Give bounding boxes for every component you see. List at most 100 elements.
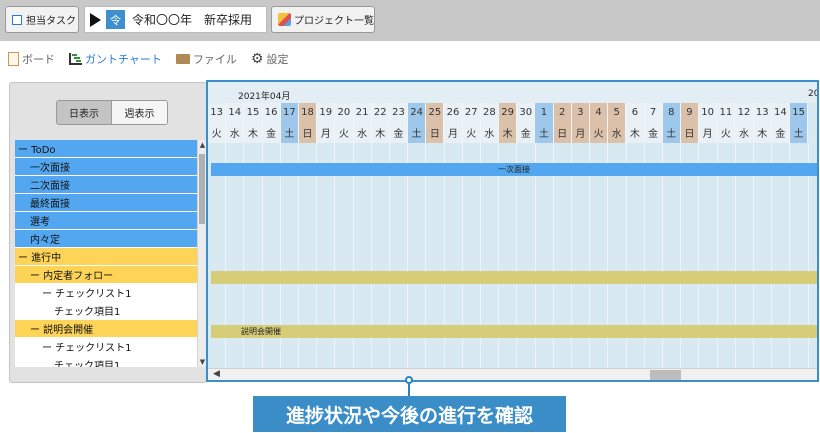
project-list-icon <box>278 13 291 26</box>
task-label: 内々定 <box>30 235 60 246</box>
weekday-cell: 月 <box>699 122 718 143</box>
date-cell: 4 <box>589 103 609 122</box>
day-view-button[interactable]: 日表示 <box>57 101 112 124</box>
weekday-cell: 木 <box>499 122 518 143</box>
date-cell: 7 <box>644 103 663 122</box>
task-row[interactable]: 一次面接 <box>15 158 197 176</box>
weekday-cell: 土 <box>662 122 681 143</box>
date-cell: 15 <box>244 103 263 122</box>
date-cell: 13 <box>208 103 227 122</box>
project-selector[interactable]: 令 令和〇〇年 新卒採用 <box>84 6 267 33</box>
weekday-cell: 木 <box>371 122 390 143</box>
weekday-cell: 金 <box>389 122 409 143</box>
date-cell: 23 <box>389 103 409 122</box>
feature-caption: 進捗状況や今後の進行を確認 <box>253 396 566 432</box>
gantt-bar[interactable]: 一次面接 <box>211 163 817 176</box>
my-tasks-button[interactable]: 担当タスク <box>5 6 79 33</box>
date-cell: 14 <box>771 103 790 122</box>
task-row[interactable]: 最終面接 <box>15 194 197 212</box>
date-cell: 19 <box>317 103 336 122</box>
menu-gantt-label: ガントチャート <box>85 52 162 66</box>
task-row[interactable]: ー 進行中 <box>15 248 197 266</box>
weekday-cell: 水 <box>480 122 499 143</box>
task-label: ー チェックリスト1 <box>42 343 132 354</box>
menu-board[interactable]: ボード <box>8 51 55 67</box>
task-row[interactable]: ー チェックリスト1 <box>15 284 197 302</box>
weekday-cell: 木 <box>626 122 645 143</box>
task-row[interactable]: ー 説明会開催 <box>15 320 197 338</box>
weekday-cell: 土 <box>280 122 299 143</box>
date-cell: 13 <box>753 103 772 122</box>
menu-file[interactable]: ファイル <box>175 51 237 67</box>
weekday-row: 火水木金土日月火水木金土日月火水木金土日月火水木金土日月火水木金土 <box>208 122 809 143</box>
callout-dot <box>405 376 413 384</box>
task-row[interactable]: チェック項目1 <box>15 356 197 367</box>
task-row[interactable]: 内々定 <box>15 230 197 248</box>
menu-settings-label: 設定 <box>266 52 289 66</box>
date-cell: 17 <box>280 103 299 122</box>
project-list-button[interactable]: プロジェクト一覧 <box>271 6 375 33</box>
task-row[interactable]: 選考 <box>15 212 197 230</box>
weekday-cell: 月 <box>571 122 590 143</box>
play-arrow-icon <box>90 12 101 27</box>
task-row[interactable]: ー チェックリスト1 <box>15 338 197 356</box>
week-view-button[interactable]: 週表示 <box>112 101 167 124</box>
task-row[interactable]: チェック項目1 <box>15 302 197 320</box>
weekday-cell: 金 <box>262 122 281 143</box>
task-row[interactable]: ー ToDo <box>15 140 197 158</box>
clipboard-icon <box>8 51 19 66</box>
task-label: ー ToDo <box>18 145 56 156</box>
weekday-cell: 月 <box>444 122 463 143</box>
gantt-body: 一次面接 説明会開催 <box>208 143 817 368</box>
weekday-cell: 土 <box>790 122 809 143</box>
weekday-cell: 土 <box>535 122 554 143</box>
next-month-label: 20 <box>808 89 819 99</box>
menu-settings[interactable]: ⚙ 設定 <box>251 51 289 67</box>
scroll-up-icon[interactable]: ▲ <box>199 141 206 149</box>
gantt-bar[interactable]: 説明会開催 <box>211 325 817 338</box>
date-cell: 9 <box>680 103 700 122</box>
folder-icon <box>175 53 190 64</box>
gantt-bar-label: 一次面接 <box>498 165 530 174</box>
gantt-bar[interactable] <box>211 271 817 284</box>
task-label: 一次面接 <box>30 163 70 174</box>
weekday-cell: 土 <box>408 122 427 143</box>
date-cell: 8 <box>662 103 681 122</box>
date-cell: 16 <box>262 103 281 122</box>
menu-file-label: ファイル <box>192 52 237 66</box>
scroll-left-icon[interactable]: ◀ <box>213 369 220 379</box>
weekday-cell: 火 <box>589 122 609 143</box>
scrollbar-thumb[interactable] <box>199 154 205 224</box>
task-row[interactable]: ー 内定者フォロー <box>15 266 197 284</box>
weekday-cell: 日 <box>553 122 572 143</box>
date-cell: 26 <box>444 103 463 122</box>
date-cell: 20 <box>335 103 354 122</box>
weekday-cell: 水 <box>735 122 754 143</box>
weekday-cell: 日 <box>680 122 700 143</box>
date-cell: 25 <box>426 103 445 122</box>
date-cell: 3 <box>571 103 590 122</box>
scroll-down-icon[interactable]: ▼ <box>199 358 206 366</box>
checkbox-icon <box>12 14 22 25</box>
weekday-cell: 水 <box>226 122 245 143</box>
task-label: チェック項目1 <box>54 361 121 367</box>
top-toolbar: 担当タスク 令 令和〇〇年 新卒採用 プロジェクト一覧 <box>0 0 820 41</box>
task-label: チェック項目1 <box>54 307 121 318</box>
task-panel: 日表示 週表示 ー ToDo 一次面接二次面接最終面接選考内々定ー 進行中ー 内定… <box>9 82 207 383</box>
task-label: 最終面接 <box>30 199 70 210</box>
date-cell: 27 <box>462 103 481 122</box>
date-cell: 22 <box>371 103 390 122</box>
gantt-horizontal-scrollbar[interactable]: ◀ <box>208 368 817 380</box>
weekday-cell: 火 <box>462 122 481 143</box>
weekday-cell: 月 <box>317 122 336 143</box>
task-label: 二次面接 <box>30 181 70 192</box>
date-cell: 28 <box>480 103 499 122</box>
scrollbar-thumb[interactable] <box>650 370 681 380</box>
task-row[interactable]: 二次面接 <box>15 176 197 194</box>
date-cell: 29 <box>499 103 518 122</box>
menu-gantt[interactable]: ガントチャート <box>69 51 162 67</box>
my-tasks-label: 担当タスク <box>26 16 76 27</box>
weekday-cell: 日 <box>426 122 445 143</box>
view-menu: ボード ガントチャート ファイル ⚙ 設定 <box>8 50 302 67</box>
task-list-scrollbar[interactable]: ▲ ▼ <box>197 140 206 367</box>
